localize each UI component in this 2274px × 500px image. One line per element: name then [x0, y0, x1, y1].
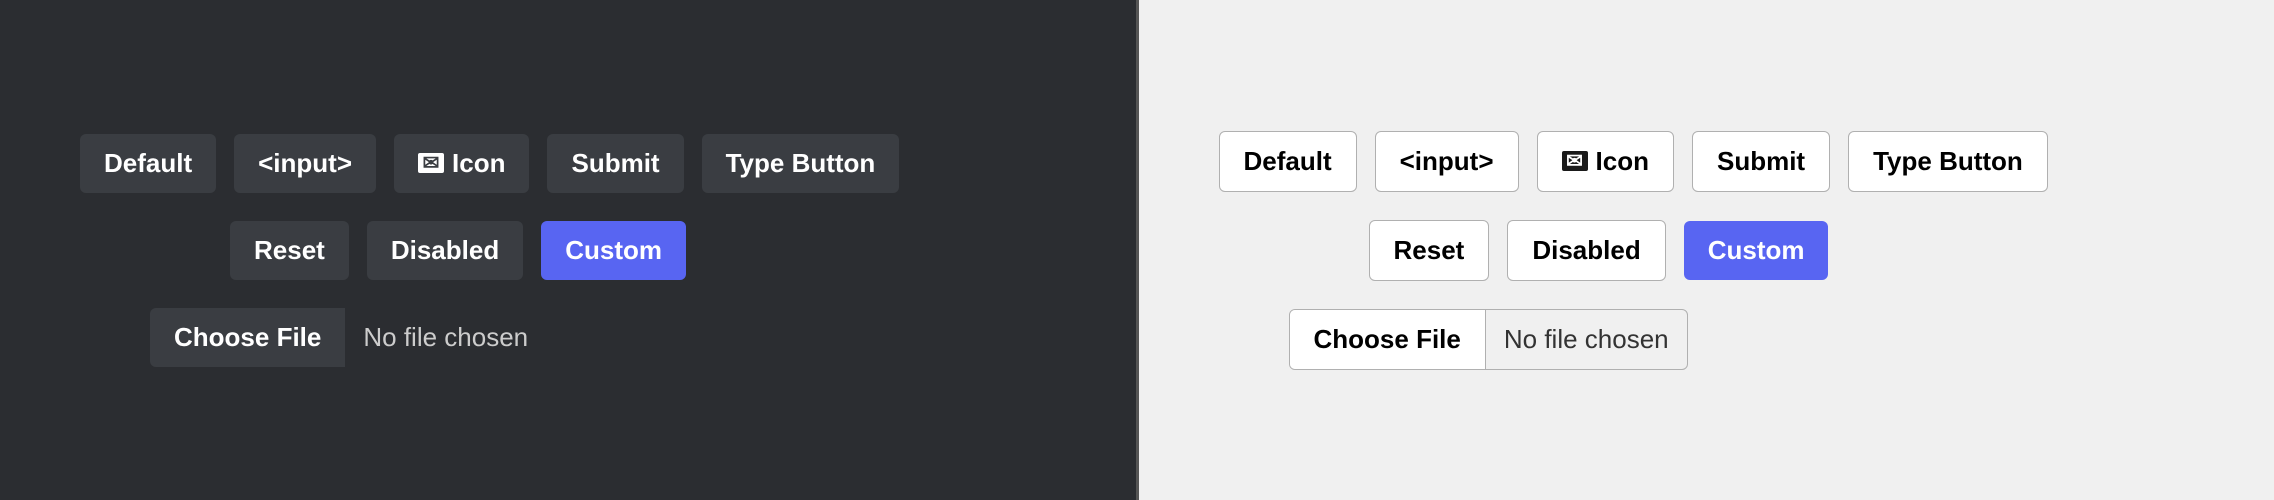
dark-icon-label: Icon — [452, 148, 505, 179]
dark-row-3: Choose File No file chosen — [80, 308, 1056, 367]
light-icon-label: Icon — [1596, 146, 1649, 177]
dark-file-input[interactable]: Choose File No file chosen — [150, 308, 546, 367]
light-panel: Default <input> Icon Submit Type Button … — [1139, 0, 2274, 500]
dark-row-2: Reset Disabled Custom — [80, 221, 1056, 280]
light-custom-button[interactable]: Custom — [1684, 221, 1829, 280]
light-reset-button[interactable]: Reset — [1369, 220, 1490, 281]
light-default-button[interactable]: Default — [1219, 131, 1357, 192]
light-choose-file-button[interactable]: Choose File — [1290, 310, 1486, 369]
dark-input-button[interactable]: <input> — [234, 134, 376, 193]
light-type-button[interactable]: Type Button — [1848, 131, 2048, 192]
dark-custom-button[interactable]: Custom — [541, 221, 686, 280]
dark-panel: Default <input> Icon Submit Type Button … — [0, 0, 1136, 500]
light-row-1: Default <input> Icon Submit Type Button — [1219, 131, 2195, 192]
dark-row-1: Default <input> Icon Submit Type Button — [80, 134, 1056, 193]
light-no-file-label: No file chosen — [1486, 310, 1687, 369]
dark-type-button[interactable]: Type Button — [702, 134, 900, 193]
light-disabled-button[interactable]: Disabled — [1507, 220, 1665, 281]
dark-default-button[interactable]: Default — [80, 134, 216, 193]
envelope-icon — [418, 153, 444, 173]
light-submit-button[interactable]: Submit — [1692, 131, 1830, 192]
dark-reset-button[interactable]: Reset — [230, 221, 349, 280]
dark-no-file-label: No file chosen — [345, 308, 546, 367]
light-row-3: Choose File No file chosen — [1219, 309, 2195, 370]
dark-icon-button[interactable]: Icon — [394, 134, 529, 193]
light-input-button[interactable]: <input> — [1375, 131, 1519, 192]
dark-submit-button[interactable]: Submit — [547, 134, 683, 193]
dark-disabled-button[interactable]: Disabled — [367, 221, 523, 280]
light-file-input[interactable]: Choose File No file chosen — [1289, 309, 1688, 370]
light-row-2: Reset Disabled Custom — [1219, 220, 2195, 281]
envelope-icon-light — [1562, 151, 1588, 171]
dark-choose-file-button[interactable]: Choose File — [150, 308, 345, 367]
light-icon-button[interactable]: Icon — [1537, 131, 1674, 192]
